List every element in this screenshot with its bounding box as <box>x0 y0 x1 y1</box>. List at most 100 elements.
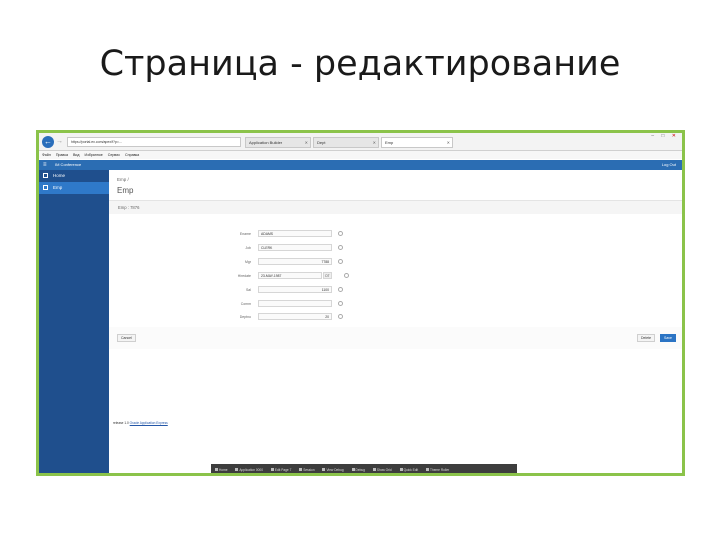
dev-theme-roller[interactable]: Theme Roller <box>426 468 449 472</box>
comm-field[interactable] <box>258 300 332 307</box>
help-icon[interactable] <box>344 273 349 278</box>
close-tab-icon[interactable]: ✕ <box>305 138 308 147</box>
help-icon[interactable] <box>338 231 343 236</box>
field-label: Ename <box>239 232 251 236</box>
help-icon[interactable] <box>338 314 343 319</box>
slide-title: Страница - редактирование <box>99 44 621 84</box>
help-icon[interactable] <box>338 287 343 292</box>
form-row-hiredate: Hiredate 23-MAY-1987 DT <box>219 272 419 280</box>
cancel-button[interactable]: Cancel <box>117 334 136 342</box>
window-controls: – □ ✕ <box>651 133 679 139</box>
mgr-field[interactable]: 7788 <box>258 258 332 265</box>
hiredate-field[interactable]: 23-MAY-1987 <box>258 272 322 279</box>
form-row-ename: Ename ADAMS <box>219 230 419 238</box>
menu-view[interactable]: Вид <box>73 153 80 157</box>
apex-link[interactable]: Oracle Application Express <box>130 421 168 425</box>
field-label: Hiredate <box>237 274 251 278</box>
help-icon[interactable] <box>338 245 343 250</box>
tab-label: Emp <box>385 140 394 145</box>
dev-application[interactable]: Application 0000 <box>235 468 263 472</box>
tab-label: Application Builder <box>249 140 283 145</box>
close-tab-icon[interactable]: ✕ <box>373 138 376 147</box>
release-label: release 1.0 <box>113 421 129 425</box>
help-icon[interactable] <box>338 259 343 264</box>
form-row-job: Job CLERK <box>219 244 419 252</box>
tab-dept[interactable]: Dept ✕ <box>313 137 379 148</box>
form-row-deptno: Deptno 20 <box>219 313 419 321</box>
dev-label: Quick Edit <box>403 468 419 472</box>
button-bar: Cancel Delete Save <box>109 327 682 349</box>
menu-tools[interactable]: Сервис <box>108 153 120 157</box>
pencil-icon <box>399 468 403 471</box>
logout-link[interactable]: Log Out <box>662 160 676 170</box>
maximize-icon[interactable]: □ <box>661 133 667 139</box>
menu-help[interactable]: Справка <box>125 153 139 157</box>
dev-label: Home <box>219 468 228 472</box>
developer-toolbar: Home Application 0000 Edit Page 7 Sessio… <box>211 464 517 473</box>
browser-toolbar: ← → https://portal.ex.com/apex/f?p=... A… <box>39 133 682 151</box>
dev-view-debug[interactable]: View Debug <box>322 468 344 472</box>
dev-label: Show Grid <box>376 468 392 472</box>
field-label: Sal <box>245 288 251 292</box>
ename-field[interactable]: ADAMS <box>258 230 332 237</box>
close-tab-icon[interactable]: ✕ <box>447 138 450 147</box>
app-name[interactable]: IM Conference <box>55 160 81 170</box>
form-row-sal: Sal 1100 <box>219 286 419 294</box>
tab-label: Dept <box>317 140 326 145</box>
dev-session[interactable]: Session <box>299 468 315 472</box>
sidebar-item-label: Emp <box>53 185 63 190</box>
page-icon <box>43 173 48 178</box>
dev-quick-edit[interactable]: Quick Edit <box>399 468 419 472</box>
browser-menubar: Файл Правка Вид Избранное Сервис Справка <box>39 151 682 159</box>
breadcrumb[interactable]: Emp / <box>117 177 129 182</box>
sidebar-item-emp[interactable]: Emp <box>39 182 109 194</box>
browser-screenshot: ← → https://portal.ex.com/apex/f?p=... A… <box>36 130 685 476</box>
palette-icon <box>426 468 430 471</box>
address-bar[interactable]: https://portal.ex.com/apex/f?p=... <box>67 137 241 147</box>
sal-field[interactable]: 1100 <box>258 286 332 293</box>
dev-label: Application 0000 <box>239 468 263 472</box>
sidebar-item-label: Home <box>53 173 66 178</box>
close-icon[interactable]: ✕ <box>672 133 679 139</box>
dev-edit-page[interactable]: Edit Page 7 <box>270 468 292 472</box>
field-label: Comm <box>240 302 251 306</box>
dev-label: Edit Page 7 <box>274 468 292 472</box>
deptno-field[interactable]: 20 <box>258 313 332 320</box>
menu-file[interactable]: Файл <box>42 153 51 157</box>
calendar-icon[interactable]: DT <box>323 272 332 279</box>
hamburger-menu-icon[interactable]: ≡ <box>43 161 47 169</box>
dev-show-grid[interactable]: Show Grid <box>372 468 392 472</box>
dev-label: Session <box>303 468 315 472</box>
help-icon[interactable] <box>338 301 343 306</box>
dev-home[interactable]: Home <box>215 468 228 472</box>
form-row-mgr: Mgr 7788 <box>219 258 419 266</box>
footer-text: release 1.0 Oracle Application Express <box>113 421 168 425</box>
form-row-comm: Comm <box>219 300 419 308</box>
page-title: Emp <box>117 186 134 195</box>
tab-emp[interactable]: Emp ✕ <box>381 137 453 148</box>
main-content: Emp / Emp Emp : 7876 Ename ADAMS Job CLE… <box>109 170 682 464</box>
session-icon <box>299 468 303 471</box>
field-label: Deptno <box>239 315 251 319</box>
tab-application-builder[interactable]: Application Builder ✕ <box>245 137 311 148</box>
sidebar-item-home[interactable]: Home <box>39 170 109 182</box>
dev-label: View Debug <box>326 468 344 472</box>
edit-icon <box>270 468 274 471</box>
page-icon <box>43 185 48 190</box>
menu-edit[interactable]: Правка <box>56 153 68 157</box>
dev-label: Debug <box>355 468 365 472</box>
dev-debug[interactable]: Debug <box>351 468 365 472</box>
grid-icon <box>372 468 376 471</box>
job-field[interactable]: CLERK <box>258 244 332 251</box>
save-button[interactable]: Save <box>660 334 676 342</box>
app-icon <box>235 468 239 471</box>
forward-arrow-icon[interactable]: → <box>56 138 64 146</box>
app-header: ≡ IM Conference Log Out <box>39 160 682 170</box>
home-icon <box>215 468 218 471</box>
menu-favorites[interactable]: Избранное <box>85 153 103 157</box>
dev-label: Theme Roller <box>430 468 450 472</box>
delete-button[interactable]: Delete <box>637 334 656 342</box>
back-arrow-icon[interactable]: ← <box>42 136 54 148</box>
minimize-icon[interactable]: – <box>651 133 657 139</box>
field-label: Mgr <box>244 260 251 264</box>
